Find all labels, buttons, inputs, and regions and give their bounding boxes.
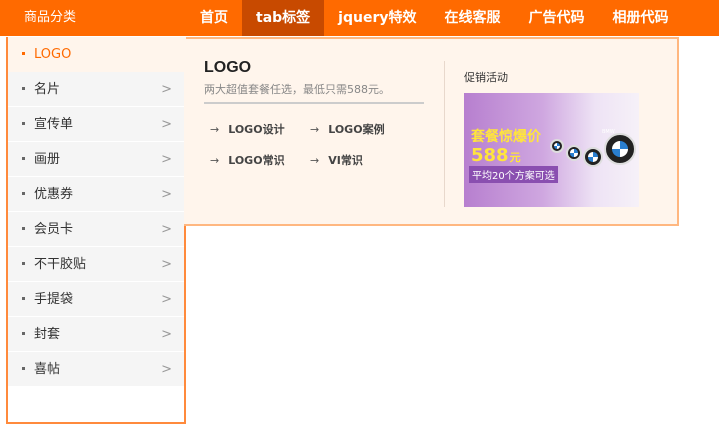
chevron-right-icon: > [161, 362, 172, 377]
main-nav: 首页 tab标签 jquery特效 在线客服 广告代码 相册代码 [186, 0, 682, 36]
category-label: LOGO [34, 47, 72, 62]
category-label: 喜帖 [34, 362, 61, 377]
bullet-icon [22, 297, 25, 300]
category-item[interactable]: 封套 > [8, 317, 184, 352]
top-nav-bar: 商品分类 首页 tab标签 jquery特效 在线客服 广告代码 相册代码 [0, 0, 719, 36]
chevron-right-icon: > [161, 327, 172, 342]
bullet-icon [22, 87, 25, 90]
bullet-icon [22, 157, 25, 160]
link-logo-design[interactable]: → LOGO设计 [210, 121, 285, 137]
chevron-right-icon: > [161, 292, 172, 307]
category-item[interactable]: 不干胶贴 > [8, 247, 184, 282]
promo-banner[interactable]: 套餐惊爆价 588元 平均20个方案可选 BMW [464, 93, 639, 207]
banner-headline: 套餐惊爆价 [471, 129, 541, 145]
bmw-logo-icon [566, 145, 582, 161]
banner-tagline: 平均20个方案可选 [469, 166, 558, 183]
nav-item-tab[interactable]: tab标签 [242, 0, 325, 36]
nav-item-ad-code[interactable]: 广告代码 [514, 0, 598, 36]
category-item[interactable]: 宣传单 > [8, 107, 184, 142]
category-item-logo-active[interactable]: LOGO [6, 37, 186, 72]
nav-item-home[interactable]: 首页 [186, 0, 242, 36]
category-label: 画册 [34, 152, 61, 167]
panel-title: LOGO [204, 59, 252, 76]
chevron-right-icon: > [161, 187, 172, 202]
category-label: 名片 [34, 82, 61, 97]
promo-title: 促销活动 [464, 71, 508, 84]
arrow-right-icon: → [310, 123, 320, 136]
category-label: 优惠券 [34, 187, 74, 202]
divider [204, 102, 424, 104]
category-label: 封套 [34, 327, 61, 342]
bullet-icon [22, 332, 25, 335]
link-label: VI常识 [328, 154, 363, 167]
bmw-brand-text: BMW [602, 129, 615, 135]
vertical-divider [444, 61, 445, 207]
nav-item-online-service[interactable]: 在线客服 [430, 0, 514, 36]
link-label: LOGO设计 [228, 123, 285, 136]
category-item[interactable]: 会员卡 > [8, 212, 184, 247]
link-label: LOGO常识 [228, 154, 285, 167]
chevron-right-icon: > [161, 257, 172, 272]
bullet-icon [22, 52, 25, 55]
panel-subtitle: 两大超值套餐任选，最低只需588元。 [204, 83, 390, 96]
chevron-right-icon: > [161, 117, 172, 132]
price-value: 588 [471, 145, 509, 166]
category-label: 不干胶贴 [34, 257, 87, 272]
category-item[interactable]: 手提袋 > [8, 282, 184, 317]
chevron-right-icon: > [161, 82, 172, 97]
bullet-icon [22, 367, 25, 370]
nav-item-jquery[interactable]: jquery特效 [324, 0, 430, 36]
nav-item-album-code[interactable]: 相册代码 [598, 0, 682, 36]
bullet-icon [22, 227, 25, 230]
link-vi-knowledge[interactable]: → VI常识 [310, 152, 363, 168]
chevron-right-icon: > [161, 152, 172, 167]
category-item[interactable]: 名片 > [8, 72, 184, 107]
category-item[interactable]: 画册 > [8, 142, 184, 177]
category-item[interactable]: 喜帖 > [8, 352, 184, 387]
banner-price: 588元 [471, 145, 521, 166]
link-logo-knowledge[interactable]: → LOGO常识 [210, 152, 285, 168]
category-label: 会员卡 [34, 222, 74, 237]
category-list: 名片 > 宣传单 > 画册 > 优惠券 > 会员卡 > 不干胶贴 > 手提袋 >… [8, 72, 184, 387]
category-dropdown-panel: LOGO 两大超值套餐任选，最低只需588元。 → LOGO设计 → LOGO案例 … [184, 37, 679, 226]
category-item[interactable]: 优惠券 > [8, 177, 184, 212]
bullet-icon [22, 122, 25, 125]
category-header[interactable]: 商品分类 [24, 0, 76, 36]
bullet-icon [22, 192, 25, 195]
bmw-logo-icon [604, 133, 636, 165]
link-logo-cases[interactable]: → LOGO案例 [310, 121, 385, 137]
arrow-right-icon: → [310, 154, 320, 167]
arrow-right-icon: → [210, 123, 220, 136]
category-label: 手提袋 [34, 292, 74, 307]
chevron-right-icon: > [161, 222, 172, 237]
arrow-right-icon: → [210, 154, 220, 167]
link-label: LOGO案例 [328, 123, 385, 136]
bullet-icon [22, 262, 25, 265]
category-label: 宣传单 [34, 117, 74, 132]
price-currency: 元 [509, 151, 521, 164]
bmw-logo-icon [583, 147, 603, 167]
bmw-logo-icon [550, 139, 564, 153]
